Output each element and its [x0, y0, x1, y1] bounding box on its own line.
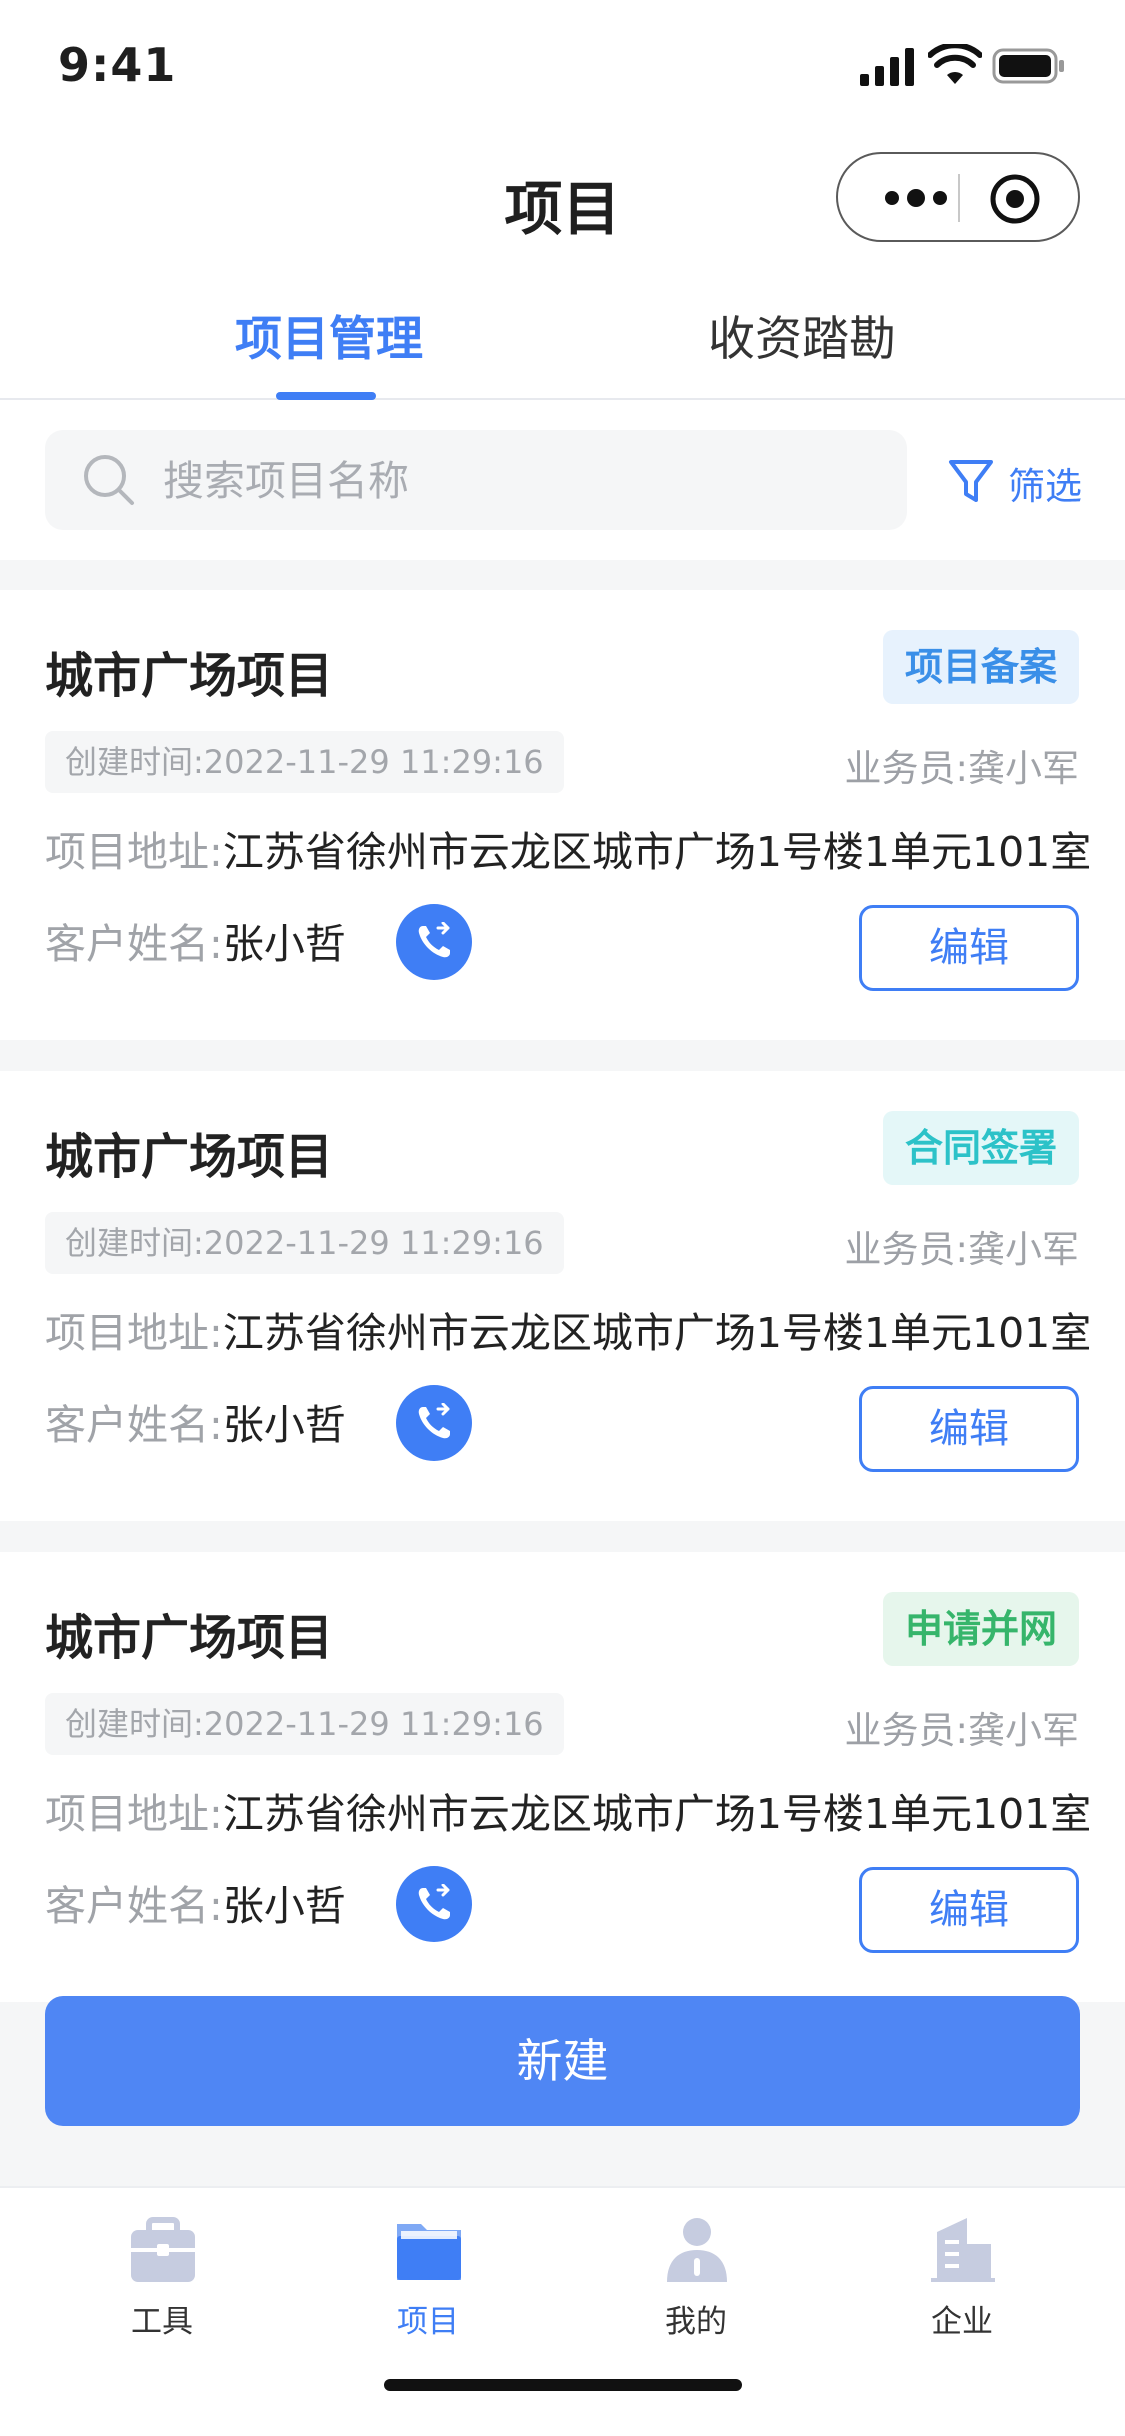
- close-miniprogram-icon[interactable]: [988, 172, 1042, 226]
- created-time: 创建时间:2022-11-29 11:29:16: [45, 1212, 564, 1274]
- salesperson: 业务员:龚小军: [845, 1219, 1079, 1273]
- created-label: 创建时间:: [65, 1224, 204, 1262]
- tabbar-label: 企业: [931, 2304, 993, 2340]
- tabbar-item-mine[interactable]: 我的: [606, 2204, 786, 2340]
- bottom-tab-bar: 工具 项目 我的 企业: [0, 2186, 1125, 2436]
- search-row: 筛选: [0, 400, 1125, 560]
- customer-value: 张小哲: [222, 920, 346, 968]
- status-badge: 合同签署: [882, 1111, 1079, 1185]
- building-icon: [931, 2218, 995, 2282]
- project-card[interactable]: 城市广场项目 合同签署 创建时间:2022-11-29 11:29:16 业务员…: [0, 1071, 1125, 1521]
- address-value: 江苏省徐州市云龙区城市广场1号楼1单元101室: [222, 1790, 1092, 1838]
- created-label: 创建时间:: [65, 1705, 204, 1743]
- tabbar-label: 项目: [397, 2304, 459, 2340]
- created-value: 2022-11-29 11:29:16: [203, 743, 544, 781]
- edit-button[interactable]: 编辑: [859, 905, 1079, 991]
- phone-icon: [418, 1403, 450, 1439]
- home-indicator: [384, 2379, 742, 2391]
- call-button[interactable]: [396, 1385, 472, 1461]
- status-badge: 项目备案: [882, 630, 1079, 704]
- app-screen: 9:41 项目 项目管理 收资踏勘 搜索项目名称 筛选 城市广场项目 项目备案 …: [0, 0, 1125, 2436]
- person-icon: [667, 2218, 727, 2282]
- staff-value: 龚小军: [968, 1228, 1079, 1271]
- tab-indicator: [276, 392, 376, 400]
- status-badge: 申请并网: [882, 1592, 1079, 1666]
- customer-name: 客户姓名:张小哲: [45, 1391, 346, 1451]
- project-name: 城市广场项目: [45, 1610, 334, 1666]
- project-address: 项目地址:江苏省徐州市云龙区城市广场1号楼1单元101室: [45, 1780, 1091, 1840]
- address-label: 项目地址:: [45, 828, 223, 876]
- staff-value: 龚小军: [968, 747, 1079, 790]
- customer-label: 客户姓名:: [45, 920, 223, 968]
- project-address: 项目地址:江苏省徐州市云龙区城市广场1号楼1单元101室: [45, 1299, 1091, 1359]
- tab-survey[interactable]: 收资踏勘: [708, 300, 896, 369]
- cellular-signal-icon: [860, 48, 914, 86]
- salesperson: 业务员:龚小军: [845, 738, 1079, 792]
- status-time: 9:41: [58, 38, 177, 92]
- customer-name: 客户姓名:张小哲: [45, 1872, 346, 1932]
- wifi-icon: [928, 44, 982, 84]
- address-value: 江苏省徐州市云龙区城市广场1号楼1单元101室: [222, 1309, 1092, 1357]
- nav-bar: 项目: [0, 132, 1125, 272]
- project-name: 城市广场项目: [45, 648, 334, 704]
- filter-icon: [949, 460, 993, 502]
- search-icon: [84, 455, 134, 505]
- edit-button[interactable]: 编辑: [859, 1867, 1079, 1953]
- capsule-divider: [958, 174, 960, 222]
- project-address: 项目地址:江苏省徐州市云龙区城市广场1号楼1单元101室: [45, 818, 1091, 878]
- tabbar-item-project[interactable]: 项目: [338, 2204, 518, 2340]
- staff-label: 业务员:: [844, 1709, 968, 1752]
- customer-name: 客户姓名:张小哲: [45, 910, 346, 970]
- customer-value: 张小哲: [222, 1401, 346, 1449]
- edit-button[interactable]: 编辑: [859, 1386, 1079, 1472]
- project-card[interactable]: 城市广场项目 项目备案 创建时间:2022-11-29 11:29:16 业务员…: [0, 590, 1125, 1040]
- staff-value: 龚小军: [968, 1709, 1079, 1752]
- tab-bar: 项目管理 收资踏勘: [0, 272, 1125, 400]
- tabbar-label: 我的: [665, 2304, 727, 2340]
- customer-label: 客户姓名:: [45, 1882, 223, 1930]
- address-label: 项目地址:: [45, 1790, 223, 1838]
- folder-icon: [397, 2224, 461, 2280]
- create-project-button[interactable]: 新建: [45, 1996, 1080, 2126]
- project-name: 城市广场项目: [45, 1129, 334, 1185]
- toolbox-icon: [131, 2217, 195, 2282]
- battery-icon: [992, 48, 1064, 84]
- call-button[interactable]: [396, 1866, 472, 1942]
- phone-icon: [418, 922, 450, 958]
- phone-icon: [418, 1884, 450, 1920]
- customer-value: 张小哲: [222, 1882, 346, 1930]
- search-box[interactable]: [45, 430, 907, 532]
- customer-label: 客户姓名:: [45, 1401, 223, 1449]
- created-value: 2022-11-29 11:29:16: [203, 1224, 544, 1262]
- tabbar-item-enterprise[interactable]: 企业: [872, 2204, 1052, 2340]
- address-label: 项目地址:: [45, 1309, 223, 1357]
- created-value: 2022-11-29 11:29:16: [203, 1705, 544, 1743]
- filter-label: 筛选: [1008, 465, 1082, 508]
- tab-project-management[interactable]: 项目管理: [235, 300, 423, 369]
- call-button[interactable]: [396, 904, 472, 980]
- search-input[interactable]: [161, 430, 865, 532]
- more-icon[interactable]: [876, 181, 956, 215]
- address-value: 江苏省徐州市云龙区城市广场1号楼1单元101室: [222, 828, 1092, 876]
- status-bar: 9:41: [0, 0, 1125, 132]
- created-label: 创建时间:: [65, 743, 204, 781]
- tabbar-item-tools[interactable]: 工具: [72, 2204, 252, 2340]
- created-time: 创建时间:2022-11-29 11:29:16: [45, 731, 564, 793]
- tabbar-label: 工具: [131, 2304, 193, 2340]
- created-time: 创建时间:2022-11-29 11:29:16: [45, 1693, 564, 1755]
- project-card[interactable]: 城市广场项目 申请并网 创建时间:2022-11-29 11:29:16 业务员…: [0, 1552, 1125, 2002]
- staff-label: 业务员:: [844, 1228, 968, 1271]
- miniprogram-capsule: [836, 152, 1080, 242]
- staff-label: 业务员:: [844, 747, 968, 790]
- salesperson: 业务员:龚小军: [845, 1700, 1079, 1754]
